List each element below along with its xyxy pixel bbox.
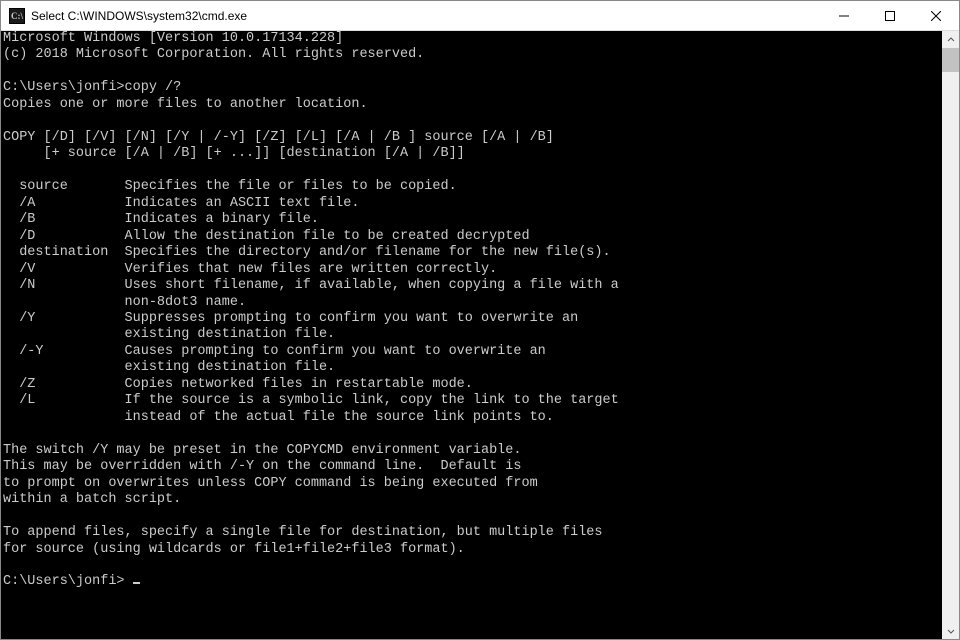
prompt-prefix: C:\Users\jonfi> [3,80,125,95]
option-destination: destination Specifies the directory and/… [3,245,611,260]
cmd-window: C:\ Select C:\WINDOWS\system32\cmd.exe M… [0,0,960,640]
option-b: /B Indicates a binary file. [3,212,319,227]
prompt-command: copy /? [125,80,182,95]
scrollbar[interactable] [942,31,959,639]
titlebar[interactable]: C:\ Select C:\WINDOWS\system32\cmd.exe [1,1,959,31]
option-l-cont: instead of the actual file the source li… [3,410,554,425]
close-button[interactable] [913,1,959,30]
maximize-button[interactable] [867,1,913,30]
cmd-icon: C:\ [9,8,25,24]
option-n-cont: non-8dot3 name. [3,295,246,310]
note-line-4: within a batch script. [3,492,181,507]
note-line-1: The switch /Y may be preset in the COPYC… [3,443,521,458]
cursor [133,582,140,584]
svg-text:C:\: C:\ [11,11,23,21]
note-line-3: to prompt on overwrites unless COPY comm… [3,476,538,491]
copyright-line: (c) 2018 Microsoft Corporation. All righ… [3,47,424,62]
option-y-cont: existing destination file. [3,327,335,342]
terminal-output[interactable]: Microsoft Windows [Version 10.0.17134.22… [1,31,942,639]
scrollbar-thumb[interactable] [942,48,959,72]
help-intro: Copies one or more files to another loca… [3,97,368,112]
option-v: /V Verifies that new files are written c… [3,262,497,277]
version-line: Microsoft Windows [Version 10.0.17134.22… [3,31,343,46]
option-source: source Specifies the file or files to be… [3,179,457,194]
syntax-line-1: COPY [/D] [/V] [/N] [/Y | /-Y] [/Z] [/L]… [3,130,554,145]
scrollbar-track[interactable] [942,48,959,622]
note-line-5: To append files, specify a single file f… [3,525,603,540]
note-line-2: This may be overridden with /-Y on the c… [3,459,521,474]
scroll-down-icon[interactable] [942,622,959,639]
option-l: /L If the source is a symbolic link, cop… [3,393,619,408]
titlebar-title: Select C:\WINDOWS\system32\cmd.exe [31,9,821,23]
terminal-area: Microsoft Windows [Version 10.0.17134.22… [1,31,959,639]
option-z: /Z Copies networked files in restartable… [3,377,473,392]
note-line-6: for source (using wildcards or file1+fil… [3,542,465,557]
window-controls [821,1,959,30]
minimize-button[interactable] [821,1,867,30]
scroll-up-icon[interactable] [942,31,959,48]
syntax-line-2: [+ source [/A | /B] [+ ...]] [destinatio… [3,146,465,161]
option-a: /A Indicates an ASCII text file. [3,196,359,211]
prompt-prefix-2: C:\Users\jonfi> [3,574,133,589]
option-neg-y: /-Y Causes prompting to confirm you want… [3,344,546,359]
option-n: /N Uses short filename, if available, wh… [3,278,619,293]
option-y: /Y Suppresses prompting to confirm you w… [3,311,578,326]
option-d: /D Allow the destination file to be crea… [3,229,530,244]
option-neg-y-cont: existing destination file. [3,360,335,375]
